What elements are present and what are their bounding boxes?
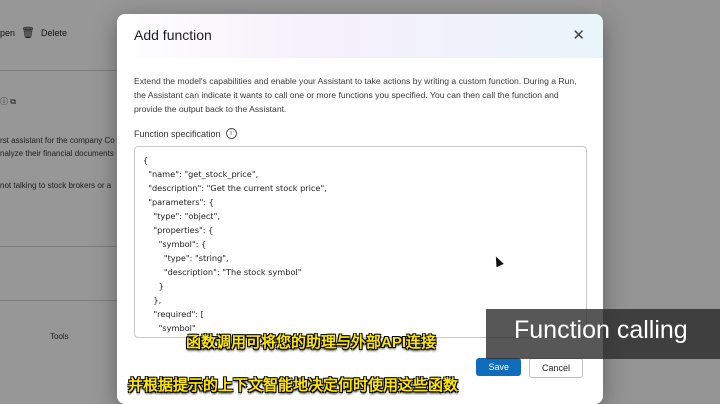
- divider: [0, 246, 118, 247]
- instructions-line-2: nalyze their financial documents: [0, 149, 114, 158]
- delete-label[interactable]: Delete: [41, 28, 67, 38]
- close-icon[interactable]: ✕: [572, 26, 585, 44]
- cancel-button[interactable]: Cancel: [528, 358, 583, 378]
- background-toolbar: pen 🗑 Delete: [0, 26, 67, 39]
- instructions-line-3: not talking to stock brokers or a: [0, 181, 112, 190]
- subtitle-line-1: 函数调用可将您的助理与外部API连接: [186, 334, 437, 351]
- subtitle-line-2: 并根据提示的上下文智能地决定何时使用这些函数: [128, 377, 459, 394]
- save-button[interactable]: Save: [476, 358, 521, 376]
- divider: [0, 300, 118, 301]
- info-icon[interactable]: i: [225, 128, 237, 139]
- trash-icon[interactable]: 🗑: [21, 26, 35, 39]
- open-label[interactable]: pen: [0, 28, 15, 38]
- dialog-description: Extend the model's capabilities and enab…: [134, 76, 577, 114]
- function-spec-label-text: Function specification: [134, 128, 221, 139]
- dialog-footer: Save Cancel: [476, 358, 583, 378]
- dialog-header: Add function ✕: [117, 14, 603, 58]
- function-spec-label: Function specification i: [134, 128, 237, 139]
- info-icon-small: ⓘ ⧉: [0, 97, 16, 106]
- dialog-title: Add function: [134, 27, 212, 43]
- divider: [0, 70, 118, 71]
- tools-label: Tools: [50, 332, 69, 341]
- instructions-line-1: rst assistant for the company Co: [0, 136, 115, 145]
- banner-text: Function calling: [514, 316, 688, 344]
